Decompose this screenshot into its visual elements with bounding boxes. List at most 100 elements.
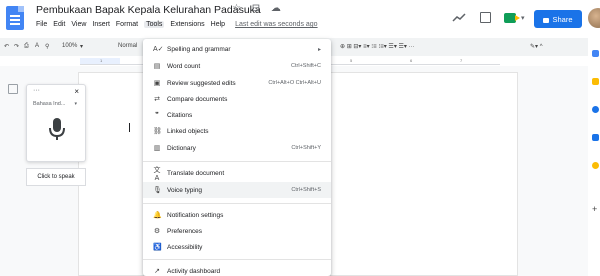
menu-item-label: Activity dashboard <box>167 267 221 275</box>
language-select[interactable]: Bahasa Ind... <box>33 101 65 107</box>
citations-icon: ❞ <box>155 112 159 119</box>
comment-history-icon[interactable] <box>480 12 491 23</box>
meet-button[interactable]: ▾ <box>502 10 528 26</box>
chevron-down-icon[interactable]: ▾ <box>74 101 77 107</box>
menu-item-shortcut: Ctrl+Shift+C <box>291 63 321 69</box>
menu-file[interactable]: File <box>36 21 47 28</box>
contacts-icon[interactable] <box>592 134 599 141</box>
menu-view[interactable]: View <box>71 21 86 28</box>
paint-format-icon[interactable]: ⚲ <box>45 43 49 50</box>
ruler-mark: 6 <box>410 58 413 63</box>
last-edit-link[interactable]: Last edit was seconds ago <box>235 21 318 28</box>
maps-icon[interactable] <box>592 162 599 169</box>
compare-icon: ⇄ <box>154 96 160 103</box>
menu-item-label: Word count <box>167 62 201 70</box>
menu-divider <box>143 203 331 204</box>
menu-item-review-edits[interactable]: ▣ Review suggested edits Ctrl+Alt+O Ctrl… <box>143 75 331 91</box>
menu-item-notifications[interactable]: 🔔 Notification settings <box>143 207 331 223</box>
menu-item-label: Compare documents <box>167 95 228 103</box>
menubar: File Edit View Insert Format Tools Exten… <box>36 21 318 28</box>
share-button[interactable]: Share <box>534 10 582 28</box>
toolbar-right-tools[interactable]: ⊕ ⊞ ⊟▾ ≡▾ ⁝≡ ⁝≡▾ ☰▾ ☰▾ ··· <box>340 43 415 50</box>
undo-icon[interactable]: ↶ <box>4 43 9 50</box>
menu-help[interactable]: Help <box>211 21 225 28</box>
title-action-icons[interactable]: ☆ ⊡ ☁ <box>232 3 285 14</box>
share-label: Share <box>552 14 573 24</box>
document-title[interactable]: Pembukaan Bapak Kepala Kelurahan Padasuk… <box>36 4 261 16</box>
linked-objects-icon: ⛓ <box>153 128 162 135</box>
menu-item-shortcut: Ctrl+Shift+S <box>291 187 321 193</box>
menu-item-voice-typing[interactable]: 🎙 Voice typing Ctrl+Shift+S <box>143 182 331 198</box>
more-options-icon[interactable]: ··· <box>33 87 40 94</box>
zoom-chevron-icon[interactable]: ▾ <box>80 43 83 50</box>
add-addon-icon[interactable]: + <box>592 205 599 214</box>
menu-insert[interactable]: Insert <box>92 21 110 28</box>
app-header: Pembukaan Bapak Kepala Kelurahan Padasuk… <box>0 0 600 38</box>
redo-icon[interactable]: ↷ <box>14 43 19 50</box>
dictionary-icon: ▥ <box>153 145 161 152</box>
menu-item-label: Spelling and grammar <box>167 45 231 53</box>
submenu-arrow-icon: ▸ <box>317 46 321 53</box>
menu-item-compare[interactable]: ⇄ Compare documents <box>143 91 331 107</box>
review-edits-icon: ▣ <box>153 80 161 87</box>
editing-mode-tools[interactable]: ✎▾ ^ <box>530 43 543 50</box>
menu-item-citations[interactable]: ❞ Citations <box>143 107 331 123</box>
keep-icon[interactable] <box>592 78 599 85</box>
accessibility-icon: ♿ <box>153 244 162 251</box>
lock-icon <box>543 17 550 23</box>
microphone-icon: 🎙 <box>153 187 162 194</box>
microphone-icon[interactable] <box>47 117 67 148</box>
chevron-down-icon: ▾ <box>521 15 525 22</box>
voice-typing-widget: ··· × Bahasa Ind... ▾ <box>26 84 86 162</box>
docs-logo-icon[interactable] <box>6 6 24 30</box>
tools-menu: A✓ Spelling and grammar ▸ ▤ Word count C… <box>143 39 331 276</box>
spellcheck-icon[interactable]: A <box>35 43 39 49</box>
meet-camera-icon <box>504 13 520 23</box>
menu-item-label: Voice typing <box>167 186 203 194</box>
menu-tools[interactable]: Tools <box>144 21 165 28</box>
menu-extensions[interactable]: Extensions <box>170 21 204 28</box>
menu-item-label: Accessibility <box>167 243 203 251</box>
menu-item-accessibility[interactable]: ♿ Accessibility <box>143 239 331 255</box>
bell-icon: 🔔 <box>153 212 162 219</box>
translate-icon: 文A <box>153 166 161 182</box>
style-select[interactable]: Normal <box>118 43 137 49</box>
menu-item-label: Translate document <box>167 169 225 177</box>
document-outline-icon[interactable] <box>8 84 18 94</box>
menu-item-dictionary[interactable]: ▥ Dictionary Ctrl+Shift+Y <box>143 140 331 156</box>
print-icon[interactable]: ⎙ <box>24 43 29 50</box>
menu-item-spelling[interactable]: A✓ Spelling and grammar ▸ <box>143 41 331 57</box>
menu-item-activity-dashboard[interactable]: ↗ Activity dashboard <box>143 263 331 276</box>
menu-format[interactable]: Format <box>116 21 138 28</box>
ruler-mark: 5 <box>350 58 353 63</box>
menu-item-preferences[interactable]: ⚙ Preferences <box>143 223 331 239</box>
menu-item-translate[interactable]: 文A Translate document <box>143 165 331 182</box>
menu-edit[interactable]: Edit <box>53 21 65 28</box>
menu-item-shortcut: Ctrl+Alt+O Ctrl+Alt+U <box>268 80 321 86</box>
zoom-select[interactable]: 100% <box>62 43 77 49</box>
calendar-icon[interactable] <box>592 50 599 57</box>
menu-item-label: Linked objects <box>167 127 209 135</box>
activity-trend-icon[interactable] <box>452 8 466 28</box>
menu-item-label: Preferences <box>167 227 203 235</box>
menu-item-label: Review suggested edits <box>167 79 236 87</box>
activity-icon: ↗ <box>154 268 160 275</box>
menu-divider <box>143 161 331 162</box>
avatar[interactable] <box>588 8 600 28</box>
ruler-mark: 1 <box>100 58 103 63</box>
menu-item-linked-objects[interactable]: ⛓ Linked objects <box>143 123 331 139</box>
spelling-icon: A✓ <box>153 46 164 53</box>
menu-item-label: Citations <box>167 111 193 119</box>
word-count-icon: ▤ <box>153 63 161 70</box>
menu-item-label: Notification settings <box>167 211 224 219</box>
text-cursor <box>129 123 130 132</box>
preferences-icon: ⚙ <box>153 228 161 235</box>
menu-item-word-count[interactable]: ▤ Word count Ctrl+Shift+C <box>143 58 331 74</box>
menu-divider <box>143 259 331 260</box>
menu-item-shortcut: Ctrl+Shift+Y <box>291 145 321 151</box>
menu-item-label: Dictionary <box>167 144 196 152</box>
tasks-icon[interactable] <box>592 106 599 113</box>
click-to-speak-tooltip: Click to speak <box>26 168 86 186</box>
ruler-mark: 7 <box>460 58 463 63</box>
close-icon[interactable]: × <box>74 87 79 96</box>
